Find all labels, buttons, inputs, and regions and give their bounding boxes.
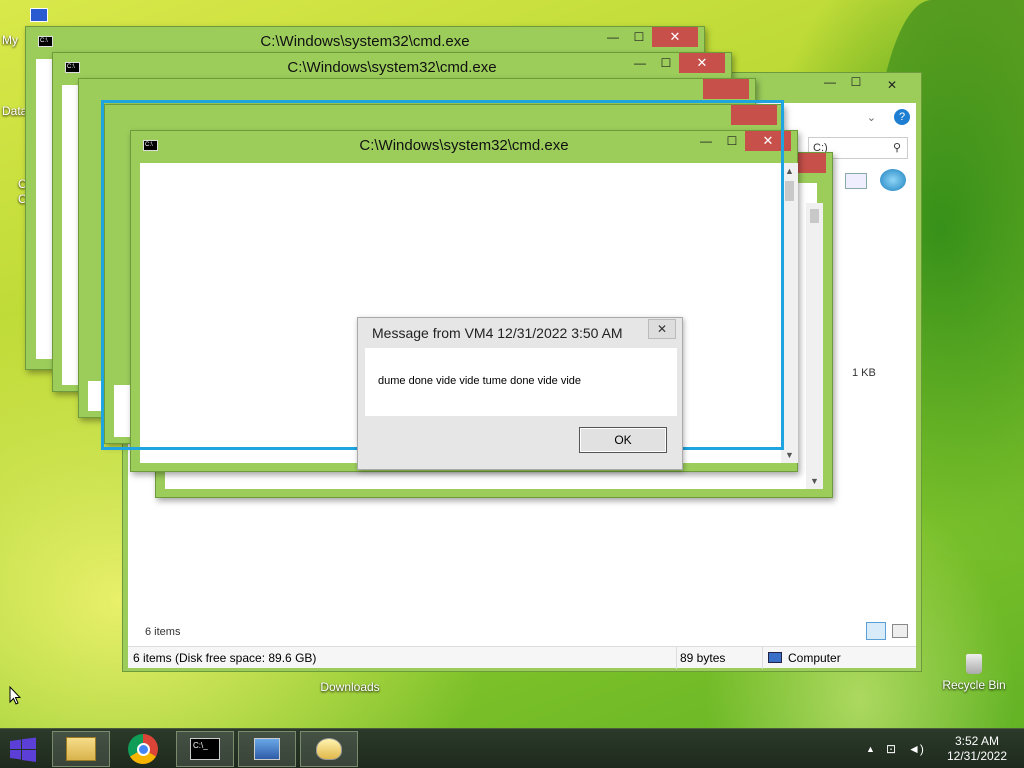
taskbar-command-prompt[interactable]: C:\_ — [176, 731, 234, 767]
status-file-bytes: 89 bytes — [680, 651, 726, 665]
minimize-button[interactable]: — — [627, 53, 653, 73]
ok-button[interactable]: OK — [579, 427, 667, 453]
maximize-button[interactable]: ☐ — [626, 27, 652, 47]
status-disk-space: 6 items (Disk free space: 89.6 GB) — [133, 651, 317, 665]
status-bar: 6 items (Disk free space: 89.6 GB) 89 by… — [128, 646, 916, 669]
cmd-icon: C:\_ — [190, 738, 220, 760]
dialog-title: Message from VM4 12/31/2022 3:50 AM — [372, 325, 623, 341]
close-button[interactable]: ✕ — [648, 319, 676, 339]
help-icon[interactable]: ? — [894, 109, 910, 125]
details-view-icon[interactable] — [866, 622, 886, 640]
close-button[interactable]: ✕ — [869, 75, 915, 95]
dialog-message: dume done vide vide tume done vide vide — [378, 375, 582, 387]
volume-icon[interactable]: ◄) — [908, 742, 924, 756]
desktop-icon-label-partial: My — [2, 33, 18, 47]
file-size: 1 KB — [852, 367, 876, 379]
items-count: 6 items — [145, 626, 181, 638]
taskbar-chrome[interactable] — [114, 731, 172, 767]
clock-time: 3:52 AM — [954, 734, 1000, 748]
desktop-icon-label: Downloads — [320, 680, 380, 694]
close-button[interactable]: ✕ — [652, 27, 698, 47]
computer-icon — [768, 652, 782, 663]
network-icon[interactable]: ⊡ — [886, 742, 896, 756]
search-icon: ⚲ — [892, 142, 901, 154]
taskbar: C:\_ ▲ ⊡ ◄) 3:52 AM 12/31/2022 — [0, 728, 1024, 768]
close-button[interactable] — [703, 79, 749, 99]
maximize-button[interactable]: ☐ — [843, 75, 869, 95]
start-button[interactable] — [8, 737, 38, 763]
close-button[interactable]: ✕ — [679, 53, 725, 73]
computer-icon[interactable] — [30, 8, 48, 22]
maximize-button[interactable]: ☐ — [653, 53, 679, 73]
desktop-icon-downloads[interactable]: Downloads — [318, 666, 382, 694]
taskbar-file-explorer[interactable] — [52, 731, 110, 767]
folder-icon — [318, 666, 382, 680]
folder-icon — [66, 737, 96, 761]
console-area[interactable] — [36, 59, 52, 359]
minimize-button[interactable]: — — [817, 75, 843, 95]
messenger-icon — [316, 738, 342, 760]
chrome-icon — [128, 734, 158, 764]
scroll-down-icon[interactable]: ▼ — [806, 473, 823, 489]
clock-date: 12/31/2022 — [946, 749, 1008, 763]
system-tray: ▲ ⊡ ◄) 3:52 AM 12/31/2022 — [862, 729, 1012, 768]
shell-icon[interactable] — [880, 169, 906, 191]
taskbar-remote-desktop[interactable] — [238, 731, 296, 767]
chevron-down-icon[interactable]: ⌄ — [867, 111, 876, 124]
minimize-button[interactable]: — — [600, 27, 626, 47]
scroll-thumb[interactable] — [785, 181, 794, 201]
desktop-icon-label-partial: Data — [2, 104, 28, 118]
recycle-bin-icon — [966, 654, 982, 674]
taskbar-messenger[interactable] — [300, 731, 358, 767]
desktop-icon-recycle-bin[interactable]: Recycle Bin — [940, 654, 1008, 692]
desktop-icon-label: Recycle Bin — [942, 678, 1006, 692]
large-icons-view-icon[interactable] — [892, 624, 908, 638]
dialog-body: dume done vide vide tume done vide vide — [365, 348, 677, 416]
preview-pane-icon[interactable] — [845, 173, 867, 189]
vertical-scrollbar[interactable]: ▼ — [806, 203, 823, 489]
clock[interactable]: 3:52 AM 12/31/2022 — [942, 734, 1012, 764]
remote-desktop-icon — [254, 738, 280, 760]
mouse-cursor-icon — [9, 686, 21, 705]
windows-logo-icon — [10, 737, 36, 762]
show-hidden-icons-icon[interactable]: ▲ — [866, 744, 875, 754]
status-location: Computer — [788, 651, 841, 665]
message-dialog[interactable]: Message from VM4 12/31/2022 3:50 AM ✕ du… — [357, 317, 683, 470]
scroll-thumb[interactable] — [810, 209, 819, 223]
